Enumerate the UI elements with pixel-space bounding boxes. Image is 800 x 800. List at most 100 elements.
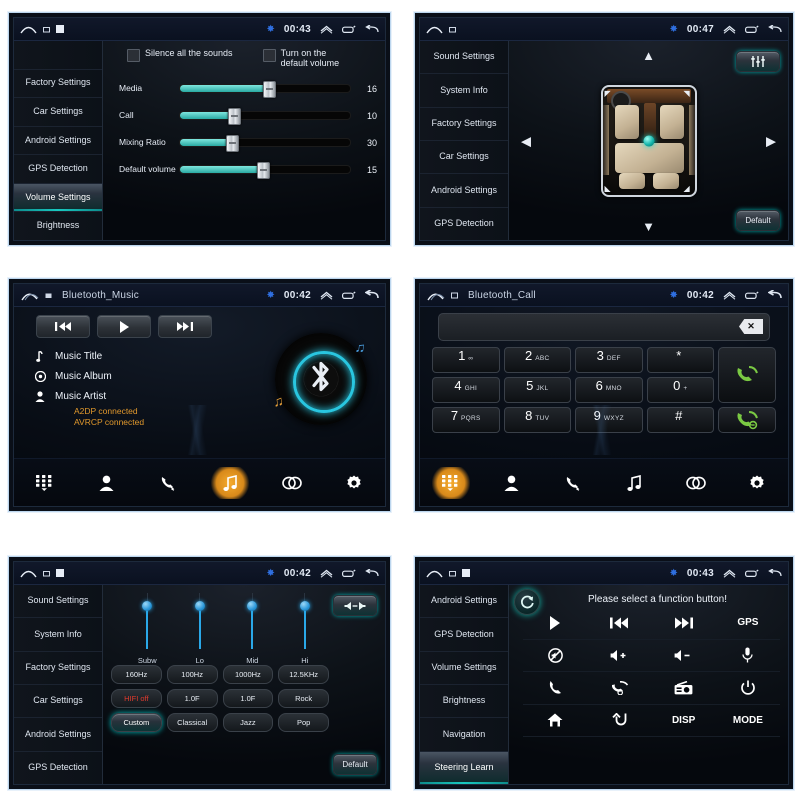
func-radio[interactable] xyxy=(651,672,716,705)
eq-preset-custom[interactable]: Custom xyxy=(111,713,162,732)
sidebar-item-volume-settings[interactable]: Volume Settings xyxy=(420,652,508,685)
sidebar-item-navigation[interactable]: Navigation xyxy=(420,718,508,752)
expand-up-icon[interactable] xyxy=(320,569,333,578)
checkbox-box[interactable] xyxy=(127,49,140,62)
square-icon[interactable] xyxy=(56,569,64,577)
recents-small-icon[interactable] xyxy=(43,26,50,33)
sidebar-item-system-info[interactable]: System Info xyxy=(420,74,508,108)
default-button[interactable]: Default xyxy=(333,754,377,775)
func-mute[interactable] xyxy=(523,640,588,672)
answer-call-button[interactable] xyxy=(718,347,776,403)
func-back[interactable] xyxy=(587,705,652,737)
eq-slider-lo[interactable]: Lo xyxy=(182,591,218,665)
home-icon[interactable] xyxy=(426,24,443,34)
dial-key-6[interactable]: 6 MNO xyxy=(575,377,643,403)
sidebar-item-android-settings[interactable]: Android Settings xyxy=(14,718,102,752)
home-icon[interactable] xyxy=(20,289,39,301)
sidebar-item-steering-learn[interactable]: Steering Learn xyxy=(420,751,508,784)
func-call[interactable] xyxy=(523,672,588,705)
lock-small-icon[interactable] xyxy=(451,291,458,299)
sidebar-item-gps-detection[interactable]: GPS Detection xyxy=(420,208,508,240)
sidebar-item-sound-settings[interactable]: Sound Settings xyxy=(14,585,102,619)
func-previous-track[interactable] xyxy=(587,607,652,640)
checkbox-box[interactable] xyxy=(262,49,276,62)
phone-number-input[interactable]: ✕ xyxy=(438,313,770,341)
sidebar-item-gps-detection[interactable]: GPS Detection xyxy=(14,752,102,784)
nav-link[interactable] xyxy=(677,467,715,499)
back-icon[interactable] xyxy=(365,290,379,300)
eq-freq-lo[interactable]: 100Hz xyxy=(166,665,218,684)
sound-focus-point[interactable] xyxy=(643,135,654,147)
car-interior-image[interactable]: ◤ ◥ ◣ ◢ xyxy=(600,85,697,197)
recents-small-icon[interactable] xyxy=(45,292,52,299)
sidebar-item-android-settings[interactable]: Android Settings xyxy=(420,174,508,208)
checkbox-default-volume[interactable]: Turn on the default volume xyxy=(262,48,355,68)
sidebar-item-factory-settings[interactable]: Factory Settings xyxy=(420,108,508,141)
default-button[interactable]: Default xyxy=(736,210,780,231)
sidebar-item-gps-detection[interactable]: GPS Detection xyxy=(14,155,102,184)
func-disp[interactable]: DISP xyxy=(651,705,716,737)
home-icon[interactable] xyxy=(426,289,445,301)
arrow-down-icon[interactable]: ▼ xyxy=(642,220,655,233)
dial-key-5[interactable]: 5 JKL xyxy=(503,377,571,403)
arrow-right-icon[interactable]: ▶ xyxy=(766,135,776,148)
slider-track[interactable] xyxy=(179,81,351,98)
sidebar-item-android-settings[interactable]: Android Settings xyxy=(420,585,508,619)
previous-track-button[interactable] xyxy=(36,315,90,338)
recents-small-icon[interactable] xyxy=(449,26,456,33)
eq-hifi-toggle[interactable]: HIFI off xyxy=(111,689,162,708)
expand-up-icon[interactable] xyxy=(320,291,333,300)
nav-contacts[interactable] xyxy=(493,467,531,499)
eq-q-lo[interactable]: 1.0F xyxy=(166,689,218,708)
eq-freq-mid[interactable]: 1000Hz xyxy=(222,665,274,684)
eq-q-mid[interactable]: 1.0F xyxy=(222,689,274,708)
sidebar-item-car-settings[interactable]: Car Settings xyxy=(14,98,102,127)
slider-track[interactable] xyxy=(179,162,351,179)
recents-icon[interactable] xyxy=(745,25,759,34)
eq-preset-classical[interactable]: Classical xyxy=(166,713,218,732)
recents-icon[interactable] xyxy=(342,569,356,578)
nav-music[interactable] xyxy=(211,467,250,499)
nav-dialpad[interactable] xyxy=(26,467,64,499)
slider-track[interactable] xyxy=(179,135,351,152)
sidebar-item-factory-settings[interactable]: Factory Settings xyxy=(14,652,102,685)
dial-key-2[interactable]: 2 ABC xyxy=(503,347,571,373)
eq-freq-subw[interactable]: 160Hz xyxy=(111,665,162,684)
square-icon[interactable] xyxy=(462,569,470,577)
dial-key-star[interactable]: * xyxy=(646,347,714,373)
sidebar-item-system-info[interactable]: System Info xyxy=(14,618,102,652)
back-icon[interactable] xyxy=(768,24,782,34)
func-volume-down[interactable] xyxy=(651,640,716,672)
func-gps[interactable]: GPS xyxy=(715,607,780,640)
nav-music[interactable] xyxy=(616,467,654,499)
expand-up-icon[interactable] xyxy=(723,569,736,578)
sidebar-item-car-settings[interactable]: Car Settings xyxy=(14,685,102,719)
recents-small-icon[interactable] xyxy=(43,570,50,577)
nav-contacts[interactable] xyxy=(88,467,126,499)
checkbox-silence-all[interactable]: Silence all the sounds xyxy=(127,48,233,68)
func-mode[interactable]: MODE xyxy=(715,705,780,737)
expand-up-icon[interactable] xyxy=(723,291,736,300)
eq-preset-pop[interactable]: Pop xyxy=(278,713,329,732)
dial-key-1[interactable]: 1 ∞ xyxy=(432,347,500,373)
back-icon[interactable] xyxy=(768,568,782,578)
eq-preset-jazz[interactable]: Jazz xyxy=(222,713,274,732)
nav-link[interactable] xyxy=(273,467,311,499)
sidebar-item-volume-settings[interactable]: Volume Settings xyxy=(14,183,102,213)
dial-key-4[interactable]: 4 GHI xyxy=(432,377,500,403)
home-icon[interactable] xyxy=(20,568,37,578)
arrow-left-icon[interactable]: ◀ xyxy=(521,135,531,148)
sidebar-item-partial[interactable] xyxy=(14,41,102,70)
sidebar-item-sound-settings[interactable]: Sound Settings xyxy=(420,41,508,75)
func-next-track[interactable] xyxy=(651,607,716,640)
func-volume-up[interactable] xyxy=(587,640,652,672)
recents-icon[interactable] xyxy=(342,25,356,34)
sidebar-item-car-settings[interactable]: Car Settings xyxy=(420,141,508,175)
nav-call-history[interactable] xyxy=(554,467,592,499)
eq-freq-hi[interactable]: 12.5KHz xyxy=(278,665,329,684)
func-microphone[interactable] xyxy=(715,640,780,672)
sidebar-item-brightness[interactable]: Brightness xyxy=(14,212,102,240)
eq-slider-hi[interactable]: Hi xyxy=(287,591,323,665)
recents-small-icon[interactable] xyxy=(449,570,456,577)
sidebar-item-factory-settings[interactable]: Factory Settings xyxy=(14,70,102,99)
